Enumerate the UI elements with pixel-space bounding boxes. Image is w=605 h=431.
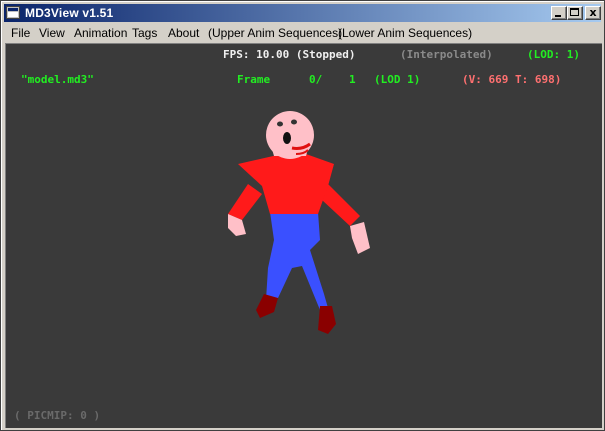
app-window: MD3View v1.51 x File View Animation Tags… (0, 0, 605, 431)
model-viewport[interactable]: FPS: 10.00 (Stopped) (Interpolated) (LOD… (5, 43, 602, 428)
window-title: MD3View v1.51 (25, 6, 114, 20)
minimize-button[interactable] (551, 6, 567, 20)
menu-about[interactable]: About (167, 25, 200, 41)
minimize-icon (555, 15, 561, 17)
character-model (228, 111, 370, 334)
maximize-icon (570, 8, 579, 16)
title-bar[interactable]: MD3View v1.51 x (4, 4, 601, 22)
menu-upper-anim-sequences[interactable]: (Upper Anim Sequences) (207, 25, 343, 41)
menu-tags[interactable]: Tags (131, 25, 158, 41)
close-icon: x (589, 6, 597, 19)
menu-file[interactable]: File (10, 25, 31, 41)
model-right-arm (322, 184, 370, 254)
close-button[interactable]: x (585, 6, 601, 20)
maximize-button[interactable] (567, 6, 583, 20)
menu-bar: File View Animation Tags About (Upper An… (4, 23, 601, 42)
menu-animation[interactable]: Animation (73, 25, 128, 41)
menu-view[interactable]: View (38, 25, 66, 41)
app-icon[interactable] (6, 6, 20, 19)
menu-lower-anim-sequences[interactable]: (Lower Anim Sequences) (337, 25, 473, 41)
model-left-arm (228, 184, 262, 236)
model-head (266, 111, 314, 159)
model-legs (266, 212, 328, 310)
